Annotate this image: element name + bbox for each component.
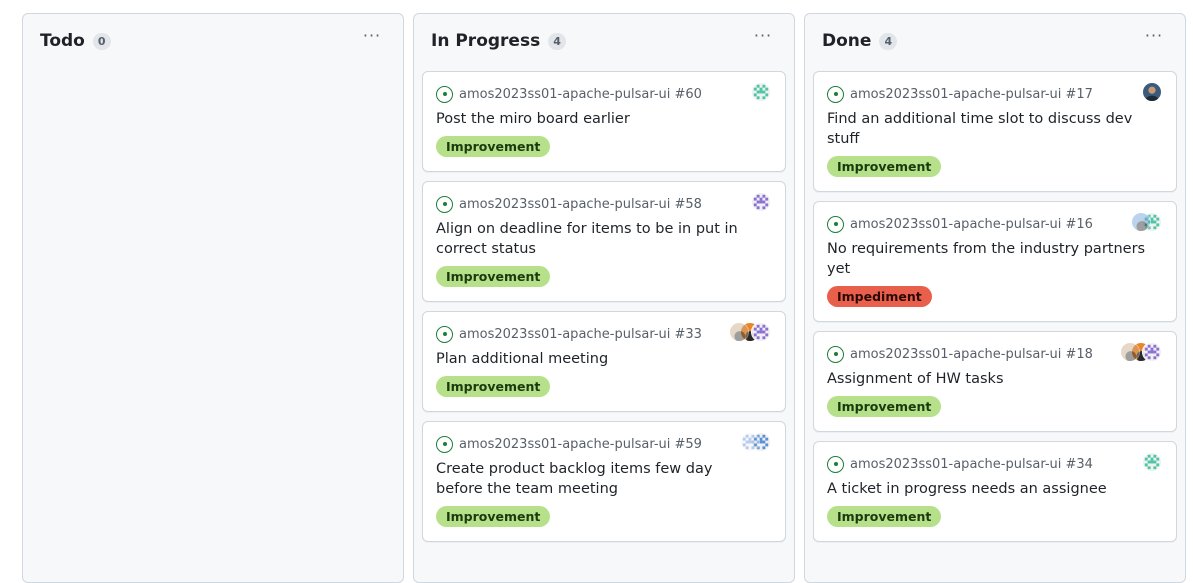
card-meta: amos2023ss01-apache-pulsar-ui #33 [436, 325, 772, 343]
issue-card[interactable]: amos2023ss01-apache-pulsar-ui #59 Create … [422, 421, 786, 542]
open-issue-icon [436, 195, 453, 213]
assignee-avatars [751, 192, 771, 212]
open-issue-icon [827, 345, 844, 363]
column-menu-button[interactable]: ··· [359, 24, 385, 46]
issue-title[interactable]: Create product backlog items few day bef… [436, 459, 772, 499]
issue-title[interactable]: Plan additional meeting [436, 349, 772, 369]
issue-label-improvement[interactable]: Improvement [436, 266, 551, 287]
issue-label-improvement[interactable]: Improvement [436, 506, 551, 527]
assignee-avatars [1142, 82, 1162, 102]
card-meta: amos2023ss01-apache-pulsar-ui #59 [436, 435, 772, 453]
column-count-badge: 0 [92, 32, 111, 50]
issue-repo-link[interactable]: amos2023ss01-apache-pulsar-ui #16 [850, 217, 1093, 232]
issue-card[interactable]: amos2023ss01-apache-pulsar-ui #34 A ticke… [813, 441, 1177, 542]
issue-card[interactable]: amos2023ss01-apache-pulsar-ui #60 Post th… [422, 71, 786, 172]
column-header: Todo 0 ··· [40, 26, 389, 52]
issue-repo-link[interactable]: amos2023ss01-apache-pulsar-ui #17 [850, 87, 1093, 102]
issue-label-improvement[interactable]: Improvement [827, 156, 942, 177]
project-board: Todo 0 ··· In Progress 4 ··· amos2023ss01-apac… [22, 13, 1186, 583]
card-meta: amos2023ss01-apache-pulsar-ui #18 [827, 345, 1163, 363]
column-menu-button[interactable]: ··· [1141, 24, 1167, 46]
open-issue-icon [436, 325, 453, 343]
issue-card[interactable]: amos2023ss01-apache-pulsar-ui #17 Find an… [813, 71, 1177, 192]
issue-title[interactable]: Find an additional time slot to discuss … [827, 109, 1163, 149]
assignee-avatars [729, 322, 771, 342]
avatar[interactable] [729, 322, 749, 342]
open-issue-icon [827, 455, 844, 473]
column-menu-button[interactable]: ··· [750, 24, 776, 46]
issue-label-improvement[interactable]: Improvement [827, 506, 942, 527]
card-list: amos2023ss01-apache-pulsar-ui #17 Find an… [813, 71, 1177, 551]
issue-title[interactable]: A ticket in progress needs an assignee [827, 479, 1163, 499]
card-meta: amos2023ss01-apache-pulsar-ui #16 [827, 215, 1163, 233]
assignee-avatars [1131, 212, 1162, 232]
column-todo: Todo 0 ··· [22, 13, 404, 583]
column-header: Done 4 ··· [822, 26, 1171, 52]
assignee-avatars [740, 432, 771, 452]
card-meta: amos2023ss01-apache-pulsar-ui #17 [827, 85, 1163, 103]
open-issue-icon [436, 85, 453, 103]
column-title: In Progress [431, 31, 541, 51]
column-header: In Progress 4 ··· [431, 26, 780, 52]
column-title: Todo [40, 31, 85, 51]
issue-repo-link[interactable]: amos2023ss01-apache-pulsar-ui #60 [459, 87, 702, 102]
issue-repo-link[interactable]: amos2023ss01-apache-pulsar-ui #18 [850, 347, 1093, 362]
avatar[interactable] [751, 322, 771, 342]
card-list: amos2023ss01-apache-pulsar-ui #60 Post th… [422, 71, 786, 551]
avatar[interactable] [1131, 212, 1151, 232]
open-issue-icon [827, 215, 844, 233]
issue-title[interactable]: Post the miro board earlier [436, 109, 772, 129]
issue-card[interactable]: amos2023ss01-apache-pulsar-ui #16 No requ… [813, 201, 1177, 322]
issue-card[interactable]: amos2023ss01-apache-pulsar-ui #18 Assignm… [813, 331, 1177, 432]
column-count-badge: 4 [548, 32, 566, 50]
issue-title[interactable]: No requirements from the industry partne… [827, 239, 1163, 279]
issue-repo-link[interactable]: amos2023ss01-apache-pulsar-ui #33 [459, 327, 702, 342]
open-issue-icon [436, 435, 453, 453]
issue-label-improvement[interactable]: Improvement [436, 376, 551, 397]
column-done: Done 4 ··· amos2023ss01-apache-pulsar-ui #1… [804, 13, 1186, 583]
card-meta: amos2023ss01-apache-pulsar-ui #60 [436, 85, 772, 103]
card-meta: amos2023ss01-apache-pulsar-ui #58 [436, 195, 772, 213]
assignee-avatars [751, 82, 771, 102]
column-count-badge: 4 [879, 32, 898, 50]
avatar[interactable] [751, 82, 771, 102]
avatar[interactable] [740, 432, 760, 452]
open-issue-icon [827, 85, 844, 103]
assignee-avatars [1120, 342, 1162, 362]
issue-repo-link[interactable]: amos2023ss01-apache-pulsar-ui #59 [459, 437, 702, 452]
issue-label-improvement[interactable]: Improvement [436, 136, 551, 157]
issue-title[interactable]: Align on deadline for items to be in put… [436, 219, 772, 259]
avatar[interactable] [1142, 452, 1162, 472]
issue-label-impediment[interactable]: Impediment [827, 286, 932, 307]
issue-card[interactable]: amos2023ss01-apache-pulsar-ui #58 Align o… [422, 181, 786, 302]
avatar[interactable] [1142, 342, 1162, 362]
issue-card[interactable]: amos2023ss01-apache-pulsar-ui #33 Plan ad… [422, 311, 786, 412]
avatar[interactable] [1142, 82, 1162, 102]
card-meta: amos2023ss01-apache-pulsar-ui #34 [827, 455, 1163, 473]
column-in-progress: In Progress 4 ··· amos2023ss01-apache-pulsa… [413, 13, 795, 583]
assignee-avatars [1142, 452, 1162, 472]
issue-title[interactable]: Assignment of HW tasks [827, 369, 1163, 389]
avatar[interactable] [1120, 342, 1140, 362]
issue-repo-link[interactable]: amos2023ss01-apache-pulsar-ui #34 [850, 457, 1093, 472]
issue-label-improvement[interactable]: Improvement [827, 396, 942, 417]
column-title: Done [822, 31, 872, 51]
issue-repo-link[interactable]: amos2023ss01-apache-pulsar-ui #58 [459, 197, 702, 212]
avatar[interactable] [751, 192, 771, 212]
